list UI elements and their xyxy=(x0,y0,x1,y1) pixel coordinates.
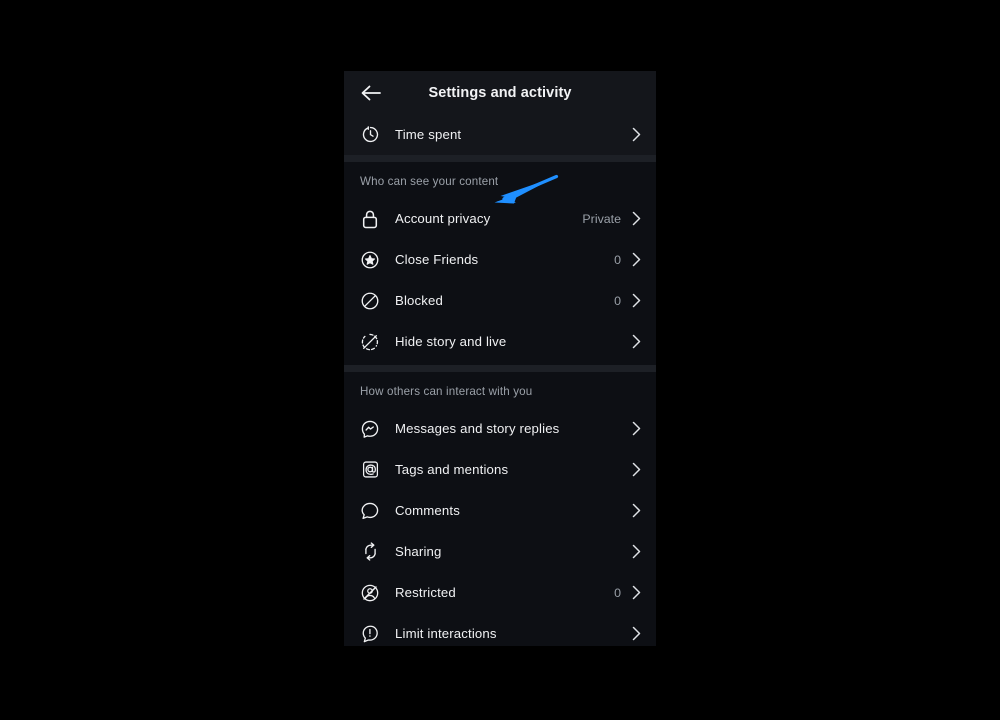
list-item-value: Private xyxy=(582,211,621,226)
list-item-label: Comments xyxy=(395,503,460,518)
list-item-time-spent[interactable]: Time spent xyxy=(344,114,656,155)
list-item-label: Account privacy xyxy=(395,211,491,226)
lock-icon xyxy=(358,207,382,231)
chevron-right-icon xyxy=(630,211,642,227)
chevron-right-icon xyxy=(630,334,642,350)
list-item-messages-and-story-replies[interactable]: Messages and story replies xyxy=(344,408,656,449)
at-mention-icon xyxy=(358,458,382,482)
list-item-close-friends[interactable]: Close Friends 0 xyxy=(344,239,656,280)
section-divider-band xyxy=(344,155,656,162)
chevron-right-icon xyxy=(630,293,642,309)
messenger-icon xyxy=(358,417,382,441)
chevron-right-icon xyxy=(630,626,642,642)
chevron-right-icon xyxy=(630,462,642,478)
limit-exclaim-icon xyxy=(358,622,382,646)
list-item-blocked[interactable]: Blocked 0 xyxy=(344,280,656,321)
restricted-icon xyxy=(358,581,382,605)
list-item-label: Blocked xyxy=(395,293,443,308)
section-title-how-others-interact: How others can interact with you xyxy=(360,385,533,398)
list-item-value: 0 xyxy=(614,252,621,267)
section-title-who-can-see: Who can see your content xyxy=(360,175,499,188)
list-item-label: Messages and story replies xyxy=(395,421,560,436)
list-item-limit-interactions[interactable]: Limit interactions xyxy=(344,613,656,646)
list-item-restricted[interactable]: Restricted 0 xyxy=(344,572,656,613)
list-item-account-privacy[interactable]: Account privacy Private xyxy=(344,198,656,239)
hide-story-icon xyxy=(358,330,382,354)
clock-timer-icon xyxy=(358,123,382,147)
screenshot-stage: Settings and activity Time spent Who can… xyxy=(0,0,1000,720)
list-item-hide-story-and-live[interactable]: Hide story and live xyxy=(344,321,656,362)
list-item-label: Limit interactions xyxy=(395,626,497,641)
list-item-comments[interactable]: Comments xyxy=(344,490,656,531)
list-item-label: Close Friends xyxy=(395,252,479,267)
chevron-right-icon xyxy=(630,503,642,519)
list-item-label: Time spent xyxy=(395,127,462,142)
list-item-value: 0 xyxy=(614,585,621,600)
back-arrow-icon[interactable] xyxy=(358,80,384,106)
comment-bubble-icon xyxy=(358,499,382,523)
list-item-label: Restricted xyxy=(395,585,456,600)
list-item-label: Sharing xyxy=(395,544,442,559)
chevron-right-icon xyxy=(630,544,642,560)
chevron-right-icon xyxy=(630,252,642,268)
chevron-right-icon xyxy=(630,421,642,437)
settings-panel: Settings and activity Time spent Who can… xyxy=(344,71,656,646)
list-item-sharing[interactable]: Sharing xyxy=(344,531,656,572)
share-repost-icon xyxy=(358,540,382,564)
list-item-tags-and-mentions[interactable]: Tags and mentions xyxy=(344,449,656,490)
list-item-label: Tags and mentions xyxy=(395,462,509,477)
chevron-right-icon xyxy=(630,127,642,143)
list-item-label: Hide story and live xyxy=(395,334,507,349)
list-item-value: 0 xyxy=(614,293,621,308)
section-divider-band xyxy=(344,365,656,372)
page-title: Settings and activity xyxy=(428,84,572,101)
app-header: Settings and activity xyxy=(344,71,656,114)
star-circle-icon xyxy=(358,248,382,272)
chevron-right-icon xyxy=(630,585,642,601)
block-circle-icon xyxy=(358,289,382,313)
